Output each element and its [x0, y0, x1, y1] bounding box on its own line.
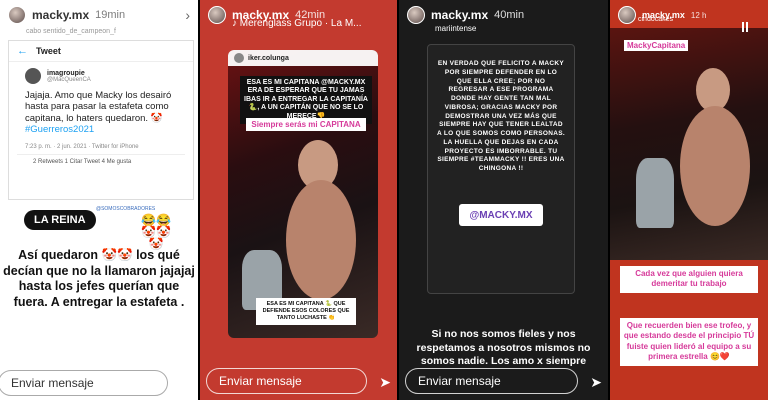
- caption-mid: Siempre serás mi CAPITANA: [246, 118, 366, 131]
- tweet-emoji: 🤡: [150, 112, 163, 124]
- avatar[interactable]: [618, 6, 636, 24]
- quote-text: EN VERDAD QUE FELICITO A MACKY POR SIEMP…: [437, 60, 565, 173]
- tweet-card: ← Tweet imagroupie @MacQueenCA Jajaja. A…: [8, 40, 194, 200]
- pause-icon[interactable]: [742, 22, 748, 32]
- hashtag-sticker[interactable]: MackyCapitana: [624, 40, 689, 51]
- send-icon[interactable]: ➤: [379, 374, 391, 391]
- caption-top: ESA ES MI CAPITANA @MACKY.MX ERA DE ESPE…: [240, 76, 372, 124]
- avatar[interactable]: [8, 6, 26, 24]
- back-arrow-icon: ←: [17, 45, 28, 57]
- tweet-avatar: [25, 68, 41, 84]
- mention-sticker[interactable]: @MACKY.MX: [459, 204, 543, 226]
- tweet-author-handle: @MacQueenCA: [47, 76, 91, 83]
- repost-header: iker.colunga: [228, 50, 378, 66]
- reply-input[interactable]: Enviar mensaje: [206, 368, 367, 394]
- story-time: 12 h: [690, 10, 707, 20]
- story-panel-4: macky.mx 12 h cindocakes MackyCapitana C…: [610, 0, 768, 400]
- send-icon[interactable]: ➤: [590, 374, 602, 391]
- badge-la-reina: LA REINA: [24, 210, 96, 230]
- trophy: [636, 158, 674, 228]
- tweet-hashtag: #Guerreros2021: [25, 124, 95, 136]
- caption-2: Que recuerden bien ese trofeo, y que est…: [620, 318, 758, 366]
- repost-avatar: [234, 53, 244, 63]
- tweet-stats: 2 Retweets 1 Citar Tweet 4 Me gusta: [17, 153, 185, 169]
- tweet-body: Jajaja. Amo que Macky los desairó hasta …: [25, 90, 172, 124]
- caption-bottom: ESA ES MI CAPITANA 🐍 QUE DEFIENDE ESOS C…: [256, 298, 356, 325]
- close-icon[interactable]: ›: [185, 7, 190, 23]
- person-figure: [286, 180, 356, 300]
- story-subtitle: cabo sentido_de_campeon_f: [26, 28, 116, 35]
- tweet-topbar: ← Tweet: [9, 41, 193, 62]
- story-caption: Si no nos somos fieles y nos respetamos …: [416, 328, 591, 368]
- story-panel-2: macky.mx 42min ♪ Merenglass Grupo · La M…: [200, 0, 397, 400]
- avatar[interactable]: [208, 6, 226, 24]
- reply-input[interactable]: Enviar mensaje: [405, 368, 578, 394]
- story-subtitle: cindocakes: [638, 16, 674, 23]
- tweet-header: Tweet: [36, 46, 61, 56]
- laugh-emoji-icon: 😂😂 🤡🤡🤡: [141, 213, 171, 251]
- avatar[interactable]: [407, 6, 425, 24]
- caption-1: Cada vez que alguien quiera demeritar tu…: [620, 266, 758, 293]
- story-caption: Así quedaron 🤡🤡 los qué decían que no la…: [3, 248, 195, 309]
- story-header: macky.mx 19min ›: [8, 6, 190, 24]
- reply-input[interactable]: Enviar mensaje: [0, 370, 168, 396]
- story-username[interactable]: macky.mx: [32, 8, 89, 22]
- person-figure: [680, 106, 750, 226]
- tweet-author: imagroupie @MacQueenCA: [9, 62, 193, 86]
- badge-note: @SOMOSCOBRADORES: [96, 206, 156, 212]
- story-time: 40min: [494, 9, 525, 21]
- repost-username: iker.colunga: [248, 54, 289, 62]
- tweet-author-name: imagroupie: [47, 69, 85, 77]
- music-label[interactable]: ♪ Merenglass Grupo · La M...: [232, 18, 362, 29]
- story-photo: [610, 28, 768, 260]
- story-subtitle: mariintense: [435, 24, 477, 33]
- story-time: 19min: [95, 9, 126, 21]
- tweet-meta: 7:23 p. m. · 2 jun. 2021 · Twitter for i…: [25, 143, 139, 150]
- story-username[interactable]: macky.mx: [431, 8, 488, 22]
- story-panel-3: macky.mx 40min mariintense EN VERDAD QUE…: [399, 0, 608, 400]
- story-header: macky.mx 40min: [407, 6, 600, 24]
- tweet-text: Jajaja. Amo que Macky los desairó hasta …: [9, 86, 193, 140]
- story-panel-1: macky.mx 19min › cabo sentido_de_campeon…: [0, 0, 198, 400]
